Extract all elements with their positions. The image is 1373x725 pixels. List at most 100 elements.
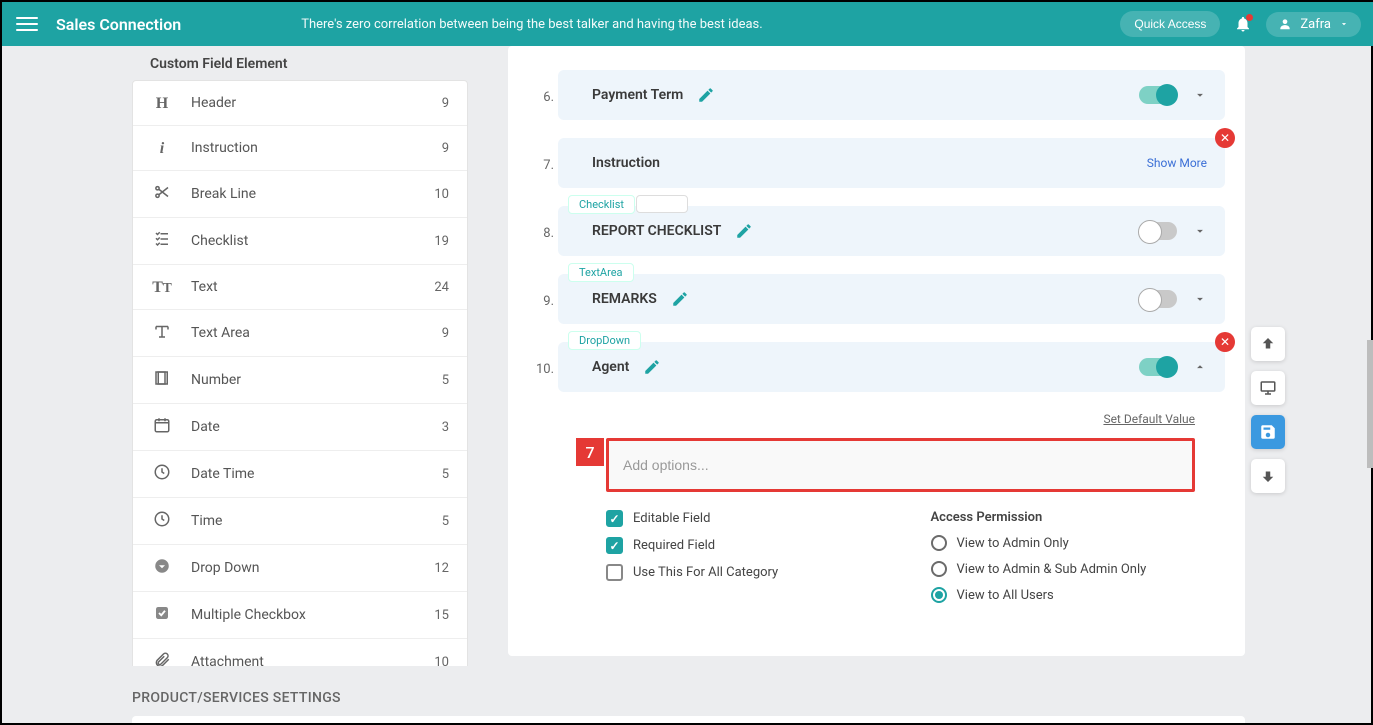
- edit-icon[interactable]: [697, 86, 715, 104]
- palette-item-text[interactable]: TT Text 24: [133, 265, 467, 310]
- palette-item-drop-down[interactable]: Drop Down 12: [133, 545, 467, 592]
- custom-field-palette: Custom Field Element H Header 9i Instruc…: [132, 46, 468, 666]
- add-options-input[interactable]: [606, 438, 1195, 492]
- app-logo: Sales Connection: [56, 15, 181, 34]
- save-button[interactable]: [1251, 415, 1285, 449]
- field-toggle[interactable]: [1139, 290, 1177, 308]
- preview-desktop-button[interactable]: [1251, 371, 1285, 405]
- app-header: Sales Connection There's zero correlatio…: [2, 2, 1373, 46]
- field-box[interactable]: Payment Term: [558, 70, 1225, 120]
- Tt-icon: TT: [151, 277, 173, 297]
- field-box[interactable]: Checklist REPORT CHECKLIST: [558, 206, 1225, 256]
- palette-item-count: 5: [442, 373, 449, 388]
- notification-bell-icon[interactable]: [1234, 15, 1252, 33]
- field-name: Instruction: [592, 155, 660, 171]
- chevron-down-icon[interactable]: [1193, 88, 1207, 102]
- hamburger-menu-icon[interactable]: [16, 13, 38, 35]
- field-toggle[interactable]: [1139, 222, 1177, 240]
- field-number: 10.: [528, 342, 558, 377]
- palette-item-count: 9: [442, 96, 449, 111]
- number-icon: [151, 369, 173, 391]
- palette-item-count: 9: [442, 326, 449, 341]
- palette-item-label: Checklist: [191, 233, 434, 249]
- show-more-link[interactable]: Show More: [1147, 156, 1207, 170]
- checkbox-icon: [606, 564, 623, 581]
- field-expanded-panel: Set Default Value 7 Editable Field Requir…: [558, 392, 1225, 617]
- radio-view-to-admin-only[interactable]: View to Admin Only: [931, 535, 1196, 551]
- field-row-2: 8. Checklist REPORT CHECKLIST: [528, 206, 1225, 256]
- palette-item-count: 5: [442, 514, 449, 529]
- radio-icon: [931, 535, 947, 551]
- chevron-up-icon[interactable]: [1193, 360, 1207, 374]
- checklist-icon: [151, 230, 173, 252]
- dropdown-icon: [151, 557, 173, 579]
- user-icon: [1278, 17, 1292, 31]
- scrollbar-thumb[interactable]: [1367, 340, 1373, 468]
- field-box[interactable]: DropDown Agent ✕: [558, 342, 1225, 392]
- calendar-icon: [151, 416, 173, 438]
- field-name: REPORT CHECKLIST: [592, 223, 721, 239]
- edit-icon[interactable]: [671, 290, 689, 308]
- checkbox-label: Use This For All Category: [633, 565, 778, 580]
- field-number: 7.: [528, 138, 558, 173]
- scroll-up-button[interactable]: [1251, 327, 1285, 361]
- checkbox-use-this-for-all-category[interactable]: Use This For All Category: [606, 564, 871, 581]
- palette-item-multiple-checkbox[interactable]: Multiple Checkbox 15: [133, 592, 467, 639]
- edit-icon[interactable]: [735, 222, 753, 240]
- user-name: Zafra: [1300, 17, 1331, 32]
- checkbox-editable-field[interactable]: Editable Field: [606, 510, 871, 527]
- product-services-card: [132, 716, 1245, 723]
- radio-label: View to Admin Only: [957, 536, 1069, 551]
- set-default-value-link[interactable]: Set Default Value: [606, 412, 1195, 426]
- delete-field-button[interactable]: ✕: [1215, 332, 1235, 352]
- field-name: Payment Term: [592, 87, 683, 103]
- palette-item-date[interactable]: Date 3: [133, 404, 467, 451]
- scissors-icon: [151, 183, 173, 205]
- palette-item-label: Header: [191, 95, 442, 111]
- user-menu[interactable]: Zafra: [1266, 12, 1361, 37]
- field-name: Agent: [592, 359, 629, 375]
- palette-item-number[interactable]: Number 5: [133, 357, 467, 404]
- palette-item-checklist[interactable]: Checklist 19: [133, 218, 467, 265]
- palette-item-date-time[interactable]: Date Time 5: [133, 451, 467, 498]
- field-type-tag: DropDown: [568, 331, 641, 350]
- delete-field-button[interactable]: ✕: [1215, 128, 1235, 148]
- header-tagline: There's zero correlation between being t…: [301, 17, 762, 32]
- field-toggle[interactable]: [1139, 86, 1177, 104]
- multicheck-icon: [151, 604, 173, 626]
- palette-item-count: 9: [442, 141, 449, 156]
- field-toggle[interactable]: [1139, 358, 1177, 376]
- palette-title: Custom Field Element: [132, 46, 468, 80]
- palette-item-header[interactable]: H Header 9: [133, 81, 467, 126]
- palette-item-attachment[interactable]: Attachment 10: [133, 639, 467, 666]
- scroll-down-button[interactable]: [1251, 459, 1285, 493]
- step-badge: 7: [576, 438, 604, 466]
- chevron-down-icon[interactable]: [1193, 224, 1207, 238]
- field-box[interactable]: Instruction Show More ✕: [558, 138, 1225, 188]
- field-row-3: 9. TextArea REMARKS: [528, 274, 1225, 324]
- radio-view-to-admin-&-sub-admin-only[interactable]: View to Admin & Sub Admin Only: [931, 561, 1196, 577]
- checkbox-required-field[interactable]: Required Field: [606, 537, 871, 554]
- palette-item-label: Time: [191, 513, 442, 529]
- clock-icon: [151, 510, 173, 532]
- palette-item-time[interactable]: Time 5: [133, 498, 467, 545]
- radio-view-to-all-users[interactable]: View to All Users: [931, 587, 1196, 603]
- floating-toolbar: [1251, 327, 1285, 493]
- palette-item-instruction[interactable]: i Instruction 9: [133, 126, 467, 171]
- palette-item-label: Date: [191, 419, 442, 435]
- product-services-heading: PRODUCT/SERVICES SETTINGS: [132, 690, 1373, 706]
- checkbox-icon: [606, 537, 623, 554]
- chevron-down-icon[interactable]: [1193, 292, 1207, 306]
- palette-item-count: 10: [434, 187, 449, 202]
- palette-item-break-line[interactable]: Break Line 10: [133, 171, 467, 218]
- field-box[interactable]: TextArea REMARKS: [558, 274, 1225, 324]
- clock-icon: [151, 463, 173, 485]
- radio-label: View to Admin & Sub Admin Only: [957, 562, 1147, 577]
- quick-access-button[interactable]: Quick Access: [1120, 11, 1220, 37]
- palette-item-count: 3: [442, 420, 449, 435]
- edit-icon[interactable]: [643, 358, 661, 376]
- palette-item-count: 12: [434, 561, 449, 576]
- palette-item-label: Drop Down: [191, 560, 434, 576]
- palette-item-text-area[interactable]: Text Area 9: [133, 310, 467, 357]
- palette-item-label: Multiple Checkbox: [191, 607, 434, 623]
